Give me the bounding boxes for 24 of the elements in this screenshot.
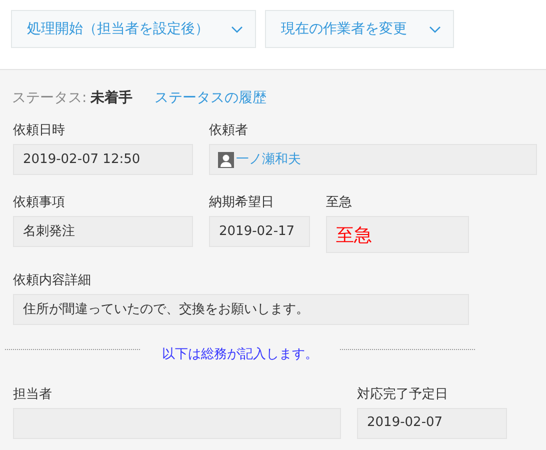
field-label: 対応完了予定日 [357,386,449,402]
chevron-down-icon [231,26,243,32]
field-value: 2019-02-07 [357,408,507,438]
field-value: 2019-02-17 [209,216,310,247]
field-value: 至急 [326,216,469,253]
action-dropdown[interactable]: 現在の作業者を変更 [265,10,454,48]
field-label: 担当者 [13,386,53,402]
divider-note: 以下は総務が記入します。 [161,346,319,364]
status-value: 未着手 [90,88,133,108]
field-label: 至急 [326,194,353,210]
field-label: 納期希望日 [209,194,275,210]
user-icon [218,152,234,168]
field-label: 依頼者 [209,122,249,138]
field-label: 依頼内容詳細 [13,272,92,288]
status-history-link[interactable]: ステータスの履歴 [154,88,267,108]
field-value: 名刺発注 [13,216,193,247]
field-value: 住所が間違っていたので、交換をお願いします。 [13,294,469,325]
chevron-down-icon [429,26,441,32]
status-label: ステータス: [12,88,87,108]
field-label: 依頼事項 [13,194,66,210]
field-label: 依頼日時 [13,122,66,138]
user-link[interactable]: 一ノ瀬和夫 [236,150,301,170]
field-value: 2019-02-07 12:50 [13,144,193,175]
action-dropdown[interactable]: 処理開始（担当者を設定後） [11,10,256,48]
